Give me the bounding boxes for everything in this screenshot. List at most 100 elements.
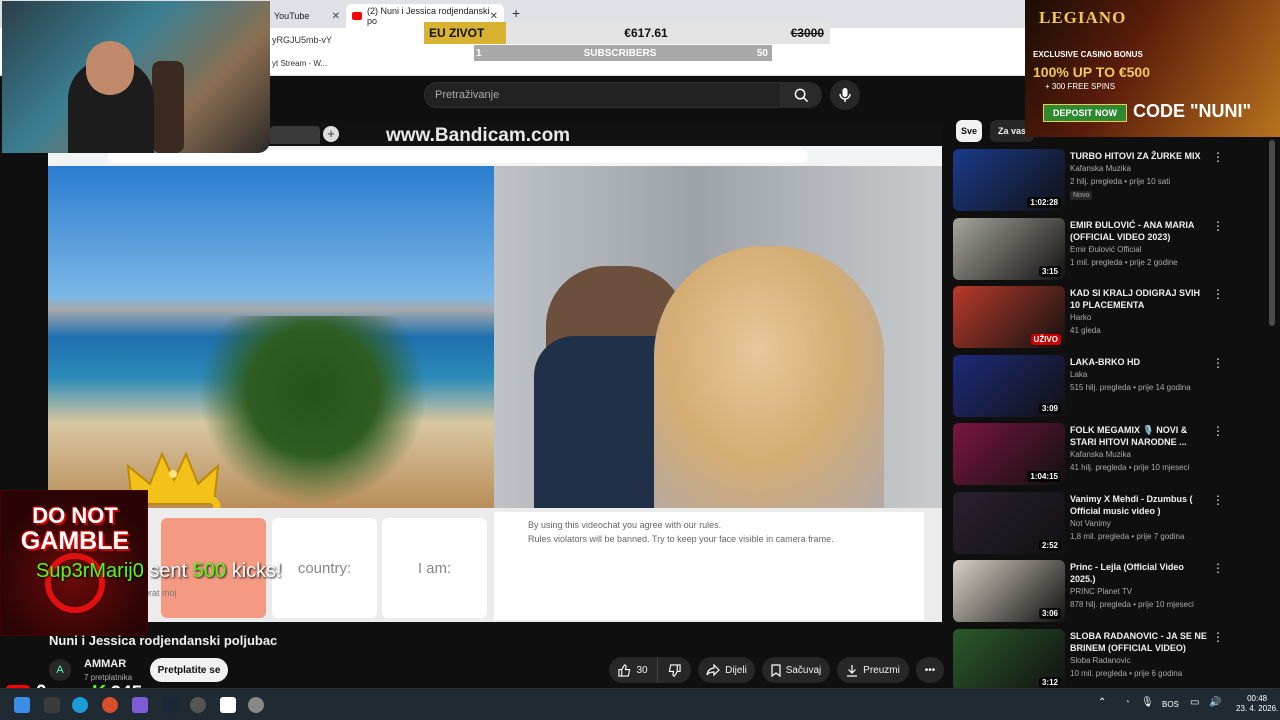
display-icon[interactable]: ▭ — [1190, 697, 1199, 708]
volume-icon[interactable]: 🔊 — [1209, 697, 1221, 708]
app-icon[interactable] — [220, 697, 236, 713]
search-input[interactable]: Pretraživanje — [424, 82, 781, 108]
video-channel[interactable]: Kafanska Muzika — [1070, 164, 1131, 173]
language-indicator[interactable]: BOS — [1162, 700, 1179, 709]
sidebar-video-item[interactable]: 1:02:28 TURBO HITOVI ZA ŽURKE MIX Kafanska… — [952, 148, 1268, 212]
sidebar-video-item[interactable]: 3:12 SLOBA RADANOVIC - JA SE NE BRINEM (O… — [952, 628, 1268, 688]
more-vertical-icon[interactable]: ⋮ — [1212, 630, 1224, 644]
more-vertical-icon[interactable]: ⋮ — [1212, 561, 1224, 575]
more-horizontal-icon: ••• — [924, 664, 936, 676]
chevron-up-icon[interactable]: ⌃ — [1098, 697, 1106, 708]
video-thumbnail[interactable]: 3:15 — [953, 218, 1065, 280]
casino-line3: + 300 FREE SPINS — [1045, 82, 1116, 91]
video-meta: 515 hilj. pregleda • prije 14 godina — [1070, 383, 1191, 392]
settings-icon[interactable] — [248, 697, 264, 713]
streamer-face — [86, 41, 134, 95]
video-channel[interactable]: Sloba Radanovic — [1070, 656, 1130, 665]
scrollbar[interactable] — [1269, 140, 1275, 326]
sidebar-video-item[interactable]: 3:15 EMIR ĐULOVIĆ - ANA MARIA (OFFICIAL V… — [952, 217, 1268, 281]
chip-all[interactable]: Sve — [956, 120, 982, 142]
search-button[interactable] — [781, 82, 822, 108]
video-duration: 3:06 — [1038, 608, 1061, 619]
channel-avatar[interactable]: A — [49, 659, 71, 681]
more-vertical-icon[interactable]: ⋮ — [1212, 150, 1224, 164]
sidebar-video-item[interactable]: 3:09 LAKA-BRKO HD Laka 515 hilj. pregleda •… — [952, 354, 1268, 418]
video-duration: 3:09 — [1038, 403, 1061, 414]
close-icon[interactable]: ✕ — [490, 11, 498, 22]
discord-icon[interactable] — [132, 697, 148, 713]
new-tab-icon[interactable]: + — [512, 5, 520, 21]
youtube-favicon-icon — [352, 12, 362, 20]
video-title[interactable]: TURBO HITOVI ZA ŽURKE MIX — [1070, 150, 1208, 162]
dislike-button[interactable] — [657, 657, 691, 683]
sidebar-video-item[interactable]: 3:06 Princ - Lejla (Official Video 2025.)… — [952, 559, 1268, 623]
bookmark-item[interactable]: yt Stream - W... — [272, 59, 327, 68]
video-channel[interactable]: Harko — [1070, 313, 1091, 322]
save-button[interactable]: Sačuvaj — [762, 657, 830, 683]
dng-line2: GAMBLE — [20, 527, 130, 555]
video-title[interactable]: LAKA-BRKO HD — [1070, 356, 1208, 368]
subs-label: SUBSCRIBERS — [583, 47, 657, 59]
subs-target: 50 — [756, 47, 768, 59]
video-channel[interactable]: PRINC Planet TV — [1070, 587, 1132, 596]
video-thumbnail[interactable]: 2:52 — [953, 492, 1065, 554]
chat-rules-line1: By using this videochat you agree with o… — [528, 520, 722, 530]
video-channel[interactable]: Laka — [1070, 370, 1087, 379]
video-thumbnail[interactable]: 1:04:15 — [953, 423, 1065, 485]
video-title[interactable]: EMIR ĐULOVIĆ - ANA MARIA (OFFICIAL VIDEO… — [1070, 219, 1208, 243]
sidebar-video-item[interactable]: 1:04:15 FOLK MEGAMIX 🎙️ NOVI & STARI HITO… — [952, 422, 1268, 486]
video-duration: 1:02:28 — [1027, 197, 1061, 208]
more-vertical-icon[interactable]: ⋮ — [1212, 356, 1224, 370]
video-meta: 878 hilj. pregleda • prije 10 mjeseci — [1070, 600, 1194, 609]
more-vertical-icon[interactable]: ⋮ — [1212, 424, 1224, 438]
channel-name[interactable]: AMMAR — [84, 658, 126, 670]
windows-start-icon[interactable] — [14, 697, 30, 713]
kick-alert-unit: kicks! — [231, 560, 282, 582]
video-channel[interactable]: Kafanska Muzika — [1070, 450, 1131, 459]
plus-icon: + — [323, 126, 339, 142]
streamer-webcam — [2, 1, 270, 153]
subscriber-goal-bar: 1 SUBSCRIBERS 50 — [474, 45, 772, 61]
video-title[interactable]: SLOBA RADANOVIC - JA SE NE BRINEM (OFFIC… — [1070, 630, 1208, 654]
steam-icon[interactable] — [162, 697, 178, 713]
download-label: Preuzmi — [863, 664, 900, 676]
obs-icon[interactable] — [190, 697, 206, 713]
video-channel[interactable]: Emir Đulović Official — [1070, 245, 1141, 254]
video-thumbnail[interactable]: UŽIVO — [953, 286, 1065, 348]
microphone-icon[interactable]: 🎙 — [1141, 697, 1154, 708]
tab-youtube[interactable]: YouTube ✕ — [268, 4, 346, 28]
kick-alert-user: Sup3rMarij0 — [36, 560, 144, 582]
like-button[interactable]: 30 — [609, 657, 657, 683]
video-meta: 41 gleda — [1070, 326, 1101, 335]
download-button[interactable]: Preuzmi — [837, 657, 909, 683]
video-thumbnail[interactable]: 3:06 — [953, 560, 1065, 622]
app-icon[interactable] — [102, 697, 118, 713]
network-icon[interactable]: ◔ — [1124, 697, 1130, 708]
donation-goal-bar: EU ZIVOT €617.61 €3000 — [424, 22, 830, 44]
video-title[interactable]: KAD SI KRALJ ODIGRAJ SVIH 10 PLACEMENTA — [1070, 287, 1208, 311]
video-duration: 1:04:15 — [1027, 471, 1061, 482]
video-channel[interactable]: Not Vanimy — [1070, 519, 1111, 528]
video-title[interactable]: FOLK MEGAMIX 🎙️ NOVI & STARI HITOVI NARO… — [1070, 424, 1208, 448]
video-title[interactable]: Vanimy X Mehdi - Dzumbus ( Official musi… — [1070, 493, 1208, 517]
more-actions-button[interactable]: ••• — [916, 657, 944, 683]
video-thumbnail[interactable]: 3:12 — [953, 629, 1065, 688]
more-vertical-icon[interactable]: ⋮ — [1212, 219, 1224, 233]
more-vertical-icon[interactable]: ⋮ — [1212, 493, 1224, 507]
clock[interactable]: 00:48 23. 4. 2026. — [1236, 694, 1278, 714]
more-vertical-icon[interactable]: ⋮ — [1212, 287, 1224, 301]
subs-current: 1 — [476, 47, 482, 59]
video-player[interactable]: + www.Bandicam.com country: I am: By usi… — [48, 122, 942, 622]
sidebar-video-item[interactable]: 2:52 Vanimy X Mehdi - Dzumbus ( Official … — [952, 491, 1268, 555]
subscribe-button[interactable]: Pretplatite se — [150, 658, 228, 682]
sidebar-video-item[interactable]: UŽIVO KAD SI KRALJ ODIGRAJ SVIH 10 PLACEM… — [952, 285, 1268, 349]
video-thumbnail[interactable]: 1:02:28 — [953, 149, 1065, 211]
share-label: Dijeli — [725, 664, 747, 676]
file-explorer-icon[interactable] — [44, 697, 60, 713]
edge-browser-icon[interactable] — [72, 697, 88, 713]
share-button[interactable]: Dijeli — [698, 657, 755, 683]
close-icon[interactable]: ✕ — [332, 11, 340, 22]
video-thumbnail[interactable]: 3:09 — [953, 355, 1065, 417]
video-title[interactable]: Princ - Lejla (Official Video 2025.) — [1070, 561, 1208, 585]
voice-search-button[interactable] — [830, 80, 860, 110]
